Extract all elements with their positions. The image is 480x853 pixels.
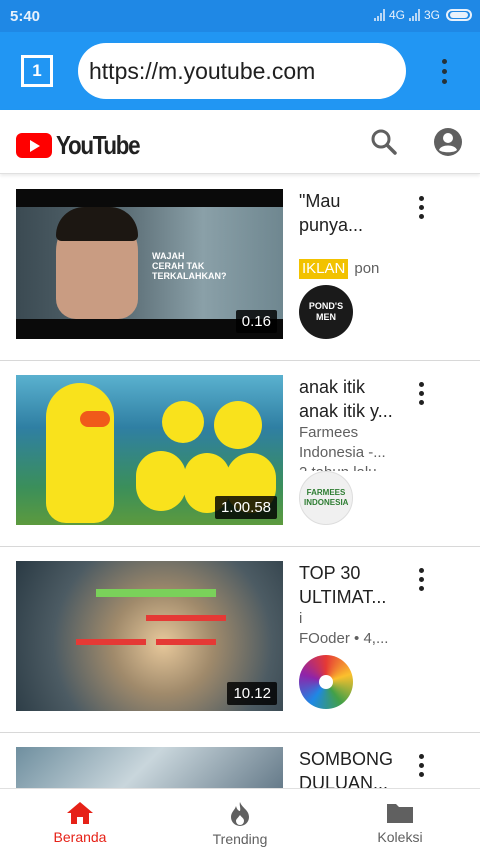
video-item-3[interactable]: 10.12 TOP 30 ULTIMAT... i FOoder • 4,... bbox=[0, 547, 480, 733]
video-channel-1: pon bbox=[354, 260, 380, 277]
channel-avatar-2[interactable]: FARMEES INDONESIA bbox=[299, 471, 353, 525]
video-item-4[interactable]: SOMBONG DULUAN... bbox=[0, 733, 480, 807]
url-bar[interactable]: https://m.youtube.com bbox=[78, 43, 406, 99]
youtube-logo[interactable]: YouTube bbox=[16, 130, 153, 161]
youtube-header: YouTube bbox=[0, 110, 480, 174]
search-icon[interactable] bbox=[368, 126, 400, 158]
nav-trending-label: Trending bbox=[212, 831, 268, 847]
status-time: 5:40 bbox=[10, 8, 41, 25]
video-menu-icon-3[interactable] bbox=[412, 565, 430, 593]
video-meta-2: 2 tahun lalu bbox=[299, 463, 401, 471]
folder-icon bbox=[387, 804, 413, 823]
home-icon bbox=[67, 802, 93, 824]
account-icon[interactable] bbox=[432, 126, 464, 158]
battery-icon bbox=[446, 9, 472, 21]
channel-avatar-3-center bbox=[319, 675, 333, 689]
video-title-2[interactable]: anak itik anak itik y... bbox=[299, 375, 401, 423]
video-thumbnail-3[interactable]: 10.12 bbox=[16, 561, 283, 711]
nav-trending[interactable]: Trending bbox=[160, 789, 320, 853]
video-meta-top-3: i bbox=[299, 610, 303, 627]
network-label-1: 4G bbox=[388, 8, 405, 22]
video-title-3[interactable]: TOP 30 ULTIMAT... bbox=[299, 561, 401, 609]
status-indicators: 4G 3G bbox=[373, 8, 472, 22]
video-duration-3: 10.12 bbox=[227, 682, 277, 705]
browser-toolbar: 1 https://m.youtube.com bbox=[0, 32, 480, 110]
video-menu-icon-1[interactable] bbox=[412, 193, 430, 221]
ad-badge: IKLAN bbox=[299, 259, 349, 279]
signal-icon-2 bbox=[408, 9, 420, 21]
channel-avatar-1-text: POND'S MEN bbox=[308, 301, 344, 322]
video-menu-icon-2[interactable] bbox=[412, 379, 430, 407]
video-item-2[interactable]: 1.00.58 anak itik anak itik y... Farmees… bbox=[0, 361, 480, 547]
video-menu-icon-4[interactable] bbox=[412, 751, 430, 779]
video-duration-2: 1.00.58 bbox=[214, 496, 277, 519]
fire-icon bbox=[231, 802, 249, 826]
video-duration-1: 0.16 bbox=[235, 310, 277, 333]
tab-switcher-button[interactable]: 1 bbox=[21, 55, 53, 87]
channel-avatar-2-text: FARMEES INDONESIA bbox=[304, 488, 349, 507]
browser-menu-icon[interactable] bbox=[432, 54, 456, 88]
video-thumbnail-1[interactable]: WAJAH CERAH TAK TERKALAHKAN? 0.16 bbox=[16, 189, 283, 339]
nav-beranda-label: Beranda bbox=[53, 829, 107, 845]
network-label-2: 3G bbox=[423, 8, 440, 22]
video-channel-3: FOoder • 4,... bbox=[299, 630, 389, 647]
status-bar: 5:40 4G 3G bbox=[0, 0, 480, 32]
nav-beranda[interactable]: Beranda bbox=[0, 789, 160, 853]
video-meta-1: IKLAN pon bbox=[299, 259, 401, 281]
bottom-navigation: Beranda Trending Koleksi bbox=[0, 788, 480, 853]
youtube-logo-text: YouTube bbox=[56, 130, 141, 160]
nav-koleksi[interactable]: Koleksi bbox=[320, 789, 480, 853]
channel-avatar-3[interactable] bbox=[299, 655, 353, 709]
channel-avatar-1[interactable]: POND'S MEN bbox=[299, 285, 353, 339]
signal-icon bbox=[373, 9, 385, 21]
video-title-1[interactable]: "Mau punya... bbox=[299, 189, 401, 237]
nav-koleksi-label: Koleksi bbox=[377, 829, 423, 845]
video-channel-2: Farmees Indonesia -... bbox=[299, 424, 386, 461]
video-item-1[interactable]: WAJAH CERAH TAK TERKALAHKAN? 0.16 "Mau pun… bbox=[0, 175, 480, 361]
youtube-play-icon bbox=[16, 133, 52, 158]
video-thumbnail-2[interactable]: 1.00.58 bbox=[16, 375, 283, 525]
